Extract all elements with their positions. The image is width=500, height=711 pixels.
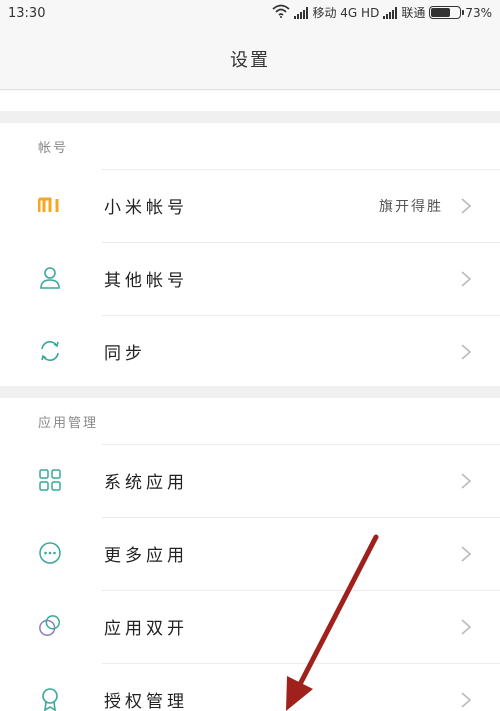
section-title-accounts: 帐号 xyxy=(38,140,69,156)
settings-item-label: 应用双开 xyxy=(104,619,188,639)
divider xyxy=(102,590,500,591)
status-time: 13:30 xyxy=(8,6,46,21)
status-right: 移动 4G HD 联通 73% xyxy=(272,4,492,21)
sync-icon xyxy=(38,339,62,363)
divider xyxy=(102,315,500,316)
chevron-right-icon xyxy=(461,473,472,489)
chevron-right-icon xyxy=(461,271,472,287)
signal-icon xyxy=(383,6,398,19)
settings-item-label: 其他帐号 xyxy=(104,271,188,291)
battery-icon xyxy=(429,6,465,19)
section-accounts: 帐号 小米帐号 旗开得胜 其他帐号 同步 xyxy=(0,123,500,386)
badge-icon xyxy=(38,687,62,711)
signal-icon xyxy=(294,6,309,19)
person-icon xyxy=(38,266,62,290)
account-name-value: 旗开得胜 xyxy=(379,198,443,215)
chevron-right-icon xyxy=(461,546,472,562)
carrier-2: 联通 xyxy=(401,6,426,20)
divider xyxy=(102,444,500,445)
settings-item-system-apps[interactable]: 系统应用 xyxy=(0,444,500,517)
settings-item-label: 系统应用 xyxy=(104,473,188,493)
carrier-1: 移动 4G HD xyxy=(312,6,380,20)
grid-icon xyxy=(38,468,62,492)
settings-item-more-apps[interactable]: 更多应用 xyxy=(0,517,500,590)
settings-item-permissions[interactable]: 授权管理 xyxy=(0,663,500,711)
page-title: 设置 xyxy=(230,49,270,71)
battery-percent: 73% xyxy=(465,5,492,20)
settings-item-sync[interactable]: 同步 xyxy=(0,315,500,388)
settings-item-label: 更多应用 xyxy=(104,546,188,566)
wifi-icon xyxy=(272,4,291,21)
settings-item-mi-account[interactable]: 小米帐号 旗开得胜 xyxy=(0,169,500,242)
divider xyxy=(102,169,500,170)
settings-item-dual-apps[interactable]: 应用双开 xyxy=(0,590,500,663)
divider xyxy=(102,663,500,664)
title-bar: 设置 xyxy=(0,28,500,90)
section-app-management: 应用管理 系统应用 更多应用 应用双开 授权管理 xyxy=(0,398,500,711)
chevron-right-icon xyxy=(461,198,472,214)
settings-item-label: 小米帐号 xyxy=(104,198,188,218)
section-title-app-management: 应用管理 xyxy=(38,415,99,431)
settings-item-other-accounts[interactable]: 其他帐号 xyxy=(0,242,500,315)
chevron-right-icon xyxy=(461,619,472,635)
chevron-right-icon xyxy=(461,692,472,708)
more-dots-icon xyxy=(38,541,62,565)
section-gap xyxy=(0,111,500,123)
chevron-right-icon xyxy=(461,344,472,360)
dual-circle-icon xyxy=(38,614,62,638)
settings-item-label: 授权管理 xyxy=(104,692,188,711)
divider xyxy=(102,242,500,243)
divider xyxy=(102,517,500,518)
status-bar: 13:30 移动 4G HD 联通 73% xyxy=(0,0,500,28)
section-gap xyxy=(0,386,500,398)
top-spacer xyxy=(0,91,500,111)
mi-logo-icon xyxy=(38,193,62,217)
settings-item-label: 同步 xyxy=(104,344,146,364)
